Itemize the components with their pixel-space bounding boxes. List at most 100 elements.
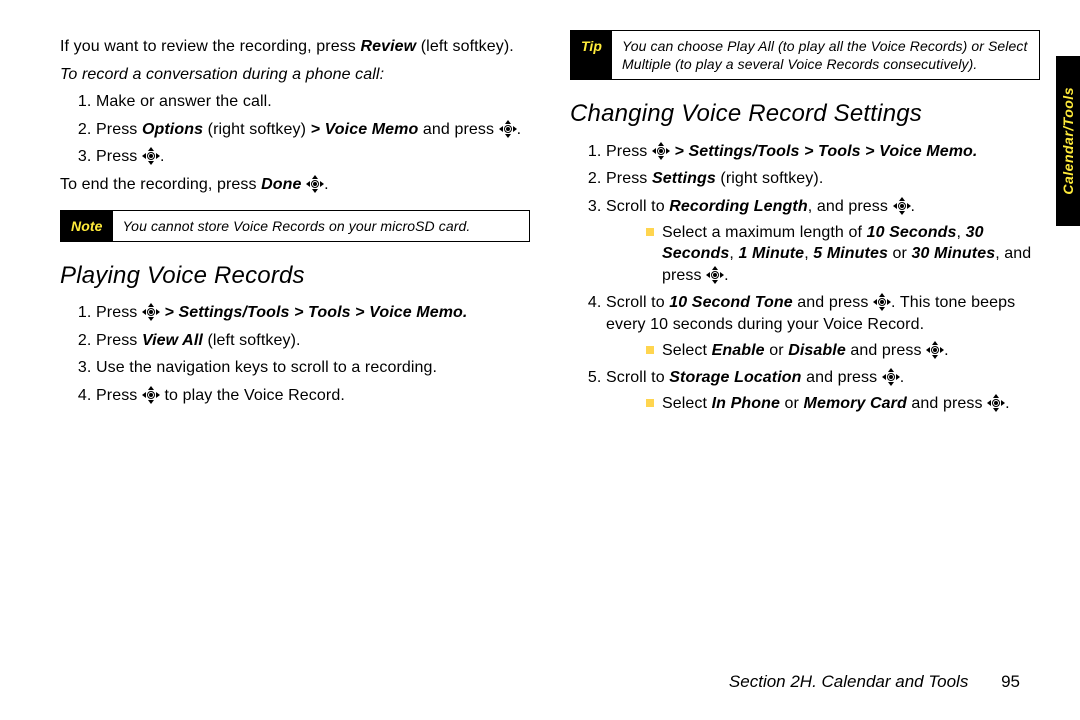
page-footer: Section 2H. Calendar and Tools 95: [729, 672, 1020, 692]
play-step-1: Press > Settings/Tools > Tools > Voice M…: [96, 302, 530, 324]
text: To end the recording, press: [60, 176, 261, 193]
softkey-name: Done: [261, 176, 306, 193]
option: 30 Minutes: [912, 245, 996, 262]
play-step-3: Use the navigation keys to scroll to a r…: [96, 357, 530, 379]
text: ,: [957, 224, 966, 241]
change-step-2: Press Settings (right softkey).: [606, 168, 1040, 190]
left-column: If you want to review the recording, pre…: [60, 30, 530, 420]
text: ,: [804, 245, 813, 262]
text: Press: [96, 332, 142, 349]
step-1: Make or answer the call.: [96, 91, 530, 113]
bullet-icon: [646, 399, 654, 407]
columns: If you want to review the recording, pre…: [60, 30, 1040, 420]
menu-path: > Settings/Tools > Tools > Voice Memo.: [160, 304, 468, 321]
manual-page: Calendar/Tools If you want to review the…: [0, 0, 1080, 720]
nav-key-icon: [926, 342, 944, 358]
text: and press: [846, 342, 926, 359]
text: Scroll to: [606, 294, 669, 311]
option: 1 Minute: [738, 245, 804, 262]
page-number: 95: [1001, 672, 1020, 691]
softkey-name: Review: [360, 38, 416, 55]
tip-box: Tip You can choose Play All (to play all…: [570, 30, 1040, 80]
change-step-5: Scroll to Storage Location and press . S…: [606, 367, 1040, 414]
nav-key-icon: [142, 304, 160, 320]
nav-key-icon: [652, 143, 670, 159]
menu-item: Recording Length: [669, 198, 807, 215]
text: Select a maximum length of: [662, 224, 867, 241]
text: Press: [96, 121, 142, 138]
menu-path: > Settings/Tools > Tools > Voice Memo.: [670, 143, 978, 160]
playing-heading: Playing Voice Records: [60, 260, 530, 292]
option: 10 Seconds: [867, 224, 957, 241]
menu-path: > Voice Memo: [311, 121, 419, 138]
text: and press: [802, 369, 882, 386]
softkey-name: Options: [142, 121, 203, 138]
step-3-sub: Select a maximum length of 10 Seconds, 3…: [646, 222, 1040, 287]
text: If you want to review the recording, pre…: [60, 38, 360, 55]
nav-key-icon: [499, 121, 517, 137]
text: or: [765, 342, 789, 359]
text: Press: [96, 387, 142, 404]
nav-key-icon: [893, 198, 911, 214]
text: to play the Voice Record.: [160, 387, 345, 404]
record-during-call-heading: To record a conversation during a phone …: [60, 64, 530, 86]
nav-key-icon: [882, 369, 900, 385]
text: Scroll to: [606, 369, 669, 386]
text: , and press: [808, 198, 893, 215]
text: Press: [96, 148, 142, 165]
text: and press: [418, 121, 498, 138]
section-tab-label: Calendar/Tools: [1060, 87, 1076, 195]
step-5-sub: Select In Phone or Memory Card and press…: [646, 393, 1040, 415]
nav-key-icon: [142, 148, 160, 164]
softkey-name: Settings: [652, 170, 716, 187]
play-step-2: Press View All (left softkey).: [96, 330, 530, 352]
nav-key-icon: [142, 387, 160, 403]
change-step-4: Scroll to 10 Second Tone and press . Thi…: [606, 292, 1040, 361]
changing-heading: Changing Voice Record Settings: [570, 98, 1040, 130]
menu-item: 10 Second Tone: [669, 294, 793, 311]
tip-body: You can choose Play All (to play all the…: [612, 31, 1039, 79]
text: and press: [907, 395, 987, 412]
text: (right softkey): [203, 121, 311, 138]
change-step-1: Press > Settings/Tools > Tools > Voice M…: [606, 141, 1040, 163]
end-recording: To end the recording, press Done .: [60, 174, 530, 196]
text: or: [780, 395, 804, 412]
option: Enable: [712, 342, 765, 359]
step-4-sub: Select Enable or Disable and press .: [646, 340, 1040, 362]
note-box: Note You cannot store Voice Records on y…: [60, 210, 530, 242]
bullet-icon: [646, 346, 654, 354]
option: 5 Minutes: [813, 245, 888, 262]
text: Select: [662, 395, 712, 412]
option: In Phone: [712, 395, 780, 412]
bullet-icon: [646, 228, 654, 236]
menu-item: Storage Location: [669, 369, 801, 386]
text: (left softkey).: [416, 38, 514, 55]
nav-key-icon: [306, 176, 324, 192]
text: Select: [662, 342, 712, 359]
option: Memory Card: [804, 395, 907, 412]
note-tag: Note: [61, 211, 113, 241]
record-steps: Make or answer the call. Press Options (…: [60, 91, 530, 168]
text: or: [888, 245, 912, 262]
review-intro: If you want to review the recording, pre…: [60, 36, 530, 58]
text: Press: [96, 304, 142, 321]
changing-steps: Press > Settings/Tools > Tools > Voice M…: [570, 141, 1040, 415]
note-body: You cannot store Voice Records on your m…: [113, 211, 529, 241]
text: Press: [606, 170, 652, 187]
change-step-3: Scroll to Recording Length, and press . …: [606, 196, 1040, 286]
playing-steps: Press > Settings/Tools > Tools > Voice M…: [60, 302, 530, 406]
step-2: Press Options (right softkey) > Voice Me…: [96, 119, 530, 141]
softkey-name: View All: [142, 332, 203, 349]
section-tab: Calendar/Tools: [1056, 56, 1080, 226]
text: and press: [793, 294, 873, 311]
section-label: Section 2H. Calendar and Tools: [729, 672, 968, 691]
text: Scroll to: [606, 198, 669, 215]
text: (right softkey).: [716, 170, 824, 187]
nav-key-icon: [987, 395, 1005, 411]
nav-key-icon: [873, 294, 891, 310]
nav-key-icon: [706, 267, 724, 283]
tip-tag: Tip: [571, 31, 612, 79]
text: (left softkey).: [203, 332, 301, 349]
step-3: Press .: [96, 146, 530, 168]
text: Press: [606, 143, 652, 160]
